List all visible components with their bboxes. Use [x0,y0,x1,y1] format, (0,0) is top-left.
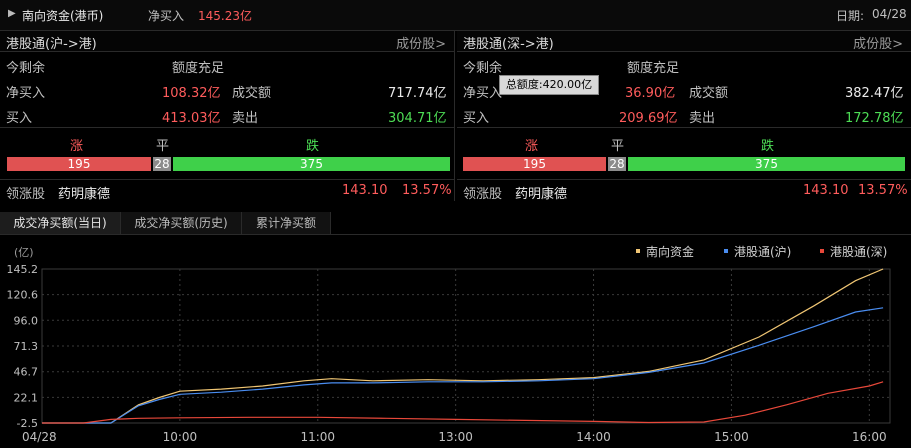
panel-sz-constituents-link[interactable]: 成份股> [853,33,903,52]
sz-flat-label: 平 [611,139,625,154]
sh-buy-value: 413.03亿 [162,111,221,126]
x-tick-label: 11:00 [300,430,335,444]
date-value: 04/28 [872,7,907,21]
x-tick-label: 14:00 [576,430,611,444]
sz-sell-value: 172.78亿 [845,111,904,126]
sz-remaining-value: 额度充足 [627,61,680,76]
x-tick-label: 15:00 [714,430,749,444]
y-tick-label: 120.6 [7,289,39,302]
sh-leader-price: 143.10 [342,183,388,198]
sh-buy-label: 买入 [6,111,33,126]
panel-sh-header: 港股通(沪->港) 成份股> [0,31,454,52]
top-title[interactable]: 南向资金(港币) [22,7,103,24]
sz-leader-pct: 13.57% [858,183,908,198]
tab-cumulative[interactable]: 累计净买额 [242,212,331,234]
y-tick-label: -2.5 [17,417,38,430]
x-tick-label: 16:00 [852,430,887,444]
y-tick-label: 46.7 [14,366,39,379]
x-tick-label: 04/28 [22,430,57,444]
sz-turnover-label: 成交额 [689,86,729,101]
series-line-1 [42,307,884,424]
legend-marker-1 [724,249,728,253]
sz-down-label: 跌 [761,139,775,154]
sz-leader-price: 143.10 [803,183,849,198]
sh-up-label: 涨 [70,139,84,154]
sz-remaining-label: 今剩余 [463,61,503,76]
panel-sh-title: 港股通(沪->港) [6,37,97,52]
sh-remaining-value: 额度充足 [172,61,225,76]
sz-up-label: 涨 [525,139,539,154]
sz-turnover-value: 382.47亿 [845,86,904,101]
sz-net-value: 36.90亿 [625,86,676,101]
sh-divider [0,127,454,128]
sz-buy-value: 209.69亿 [619,111,678,126]
series-line-2 [42,381,884,424]
legend-label-1: 港股通(沪) [734,245,791,259]
sz-up-bar: 195 [463,157,606,171]
sh-flat-bar: 28 [153,157,171,171]
top-net-value: 145.23亿 [198,9,252,23]
sh-up-bar: 195 [7,157,151,171]
sh-sell-value: 304.71亿 [388,111,447,126]
legend-label-0: 南向资金 [646,244,694,259]
legend-marker-0 [636,249,640,253]
sh-down-label: 跌 [306,139,320,154]
expand-triangle-icon[interactable]: ▶ [8,8,16,19]
quota-tooltip: 总额度:420.00亿 [499,75,599,95]
panel-sz-title: 港股通(深->港) [463,37,554,52]
sz-buy-label: 买入 [463,111,490,126]
top-net-label: 净买入 [148,9,185,23]
sz-sell-label: 卖出 [689,111,716,126]
sh-leader-name[interactable]: 药明康德 [58,183,110,202]
y-tick-label: 145.2 [7,263,39,276]
sz-leader-label: 领涨股 [463,187,503,202]
panel-sh: 港股通(沪->港) 成份股> 今剩余 额度充足 净买入 108.32亿 成交额 … [0,31,455,202]
sh-flat-label: 平 [156,139,170,154]
date-label: 日期: [836,9,865,23]
sz-divider [457,127,911,128]
sh-turnover-value: 717.74亿 [388,86,447,101]
sh-leader-label: 领涨股 [6,187,46,202]
y-tick-label: 71.3 [14,340,39,353]
y-axis-label: (亿) [14,246,34,259]
panel-sz: 港股通(深->港) 成份股> 今剩余 额度充足 净买入 36.90亿 成交额 3… [457,31,911,202]
net-buy-chart: (亿) 145.2 120.6 96.0 71.3 46.7 22.1 -2.5 04/28… [7,244,891,444]
x-tick-label: 10:00 [163,430,198,444]
sh-net-value: 108.32亿 [162,86,221,101]
sh-leader-pct: 13.57% [402,183,452,198]
tab-intraday[interactable]: 成交净买额(当日) [0,212,121,234]
sh-net-label: 净买入 [6,86,46,101]
sz-net-label: 净买入 [463,86,503,101]
sh-divider-2 [0,179,454,180]
chart-tabs: 成交净买额(当日) 成交净买额(历史) 累计净买额 [0,212,911,235]
legend-marker-2 [820,249,824,253]
sh-down-bar: 375 [173,157,450,171]
tab-history[interactable]: 成交净买额(历史) [121,212,242,234]
x-tick-label: 13:00 [438,430,473,444]
sh-remaining-label: 今剩余 [6,61,46,76]
panel-sz-header: 港股通(深->港) 成份股> [457,31,911,52]
panel-sh-constituents-link[interactable]: 成份股> [396,33,446,52]
sz-divider-2 [457,179,911,180]
legend-label-2: 港股通(深) [830,245,887,259]
y-tick-label: 22.1 [14,391,39,404]
sh-sell-label: 卖出 [232,111,259,126]
sz-leader-name[interactable]: 药明康德 [515,183,567,202]
sh-turnover-label: 成交额 [232,86,272,101]
top-bar: ▶ 南向资金(港币) 净买入 145.23亿 日期: 04/28 [0,0,911,31]
y-tick-label: 96.0 [14,314,39,327]
sz-flat-bar: 28 [608,157,626,171]
sz-down-bar: 375 [628,157,905,171]
